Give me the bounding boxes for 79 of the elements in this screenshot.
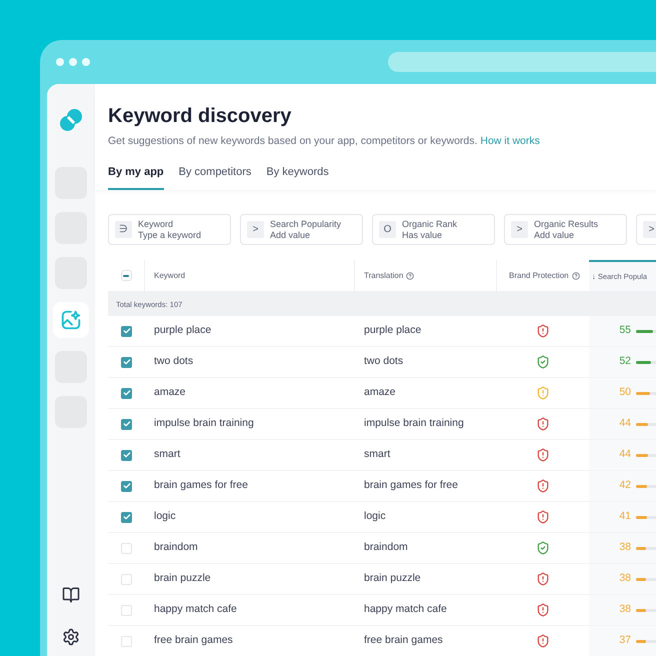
keyword-cell: smart <box>154 448 180 460</box>
filter-label: Search Popularity <box>270 218 342 230</box>
filter-label: Organic Rank <box>402 218 458 230</box>
translation-cell: amaze <box>364 386 396 398</box>
sparkle-image-icon <box>60 309 82 331</box>
translation-cell: braindom <box>364 541 408 554</box>
translation-cell: impulse brain training <box>364 417 464 430</box>
filter-chip[interactable]: ∋ Keyword Type a keyword <box>108 214 231 246</box>
popularity-score: 38 <box>619 540 631 556</box>
filter-value: Type a keyword <box>138 230 202 241</box>
translation-cell: brain puzzle <box>364 572 421 584</box>
popularity-score: 44 <box>619 447 631 462</box>
operator-symbol: > <box>511 221 528 238</box>
operator-symbol: > <box>247 221 264 238</box>
filter-value: Add value <box>270 230 312 241</box>
filter-chip[interactable]: > Organic Results Add value <box>504 214 627 246</box>
filter-label: Organic Results <box>534 218 598 230</box>
column-header[interactable]: Brand Protection <box>497 260 589 292</box>
popularity-score: 38 <box>619 571 631 586</box>
popularity-score: 52 <box>619 354 631 370</box>
book-icon[interactable] <box>62 586 80 604</box>
translation-cell: free brain games <box>364 634 443 646</box>
translation-cell: brain games for free <box>364 479 458 492</box>
keyword-cell: purple place <box>154 324 212 336</box>
translation-cell: smart <box>364 448 390 460</box>
filter-label: Keyword <box>138 218 174 230</box>
settings-icon[interactable] <box>62 628 80 646</box>
tab[interactable]: By competitors <box>178 164 252 190</box>
column-header[interactable]: Translation <box>355 260 497 292</box>
keyword-cell: free brain games <box>154 634 233 646</box>
operator-symbol: O <box>379 221 396 238</box>
row-checkbox[interactable] <box>121 480 132 492</box>
logo-icon <box>59 108 83 132</box>
popularity-score: 42 <box>619 478 631 494</box>
filter-chip[interactable]: > <box>636 214 656 246</box>
popularity-score: 38 <box>619 602 631 618</box>
keyword-cell: brain puzzle <box>154 572 211 584</box>
popularity-score: 37 <box>619 633 631 648</box>
row-checkbox[interactable] <box>121 542 132 554</box>
filter-chip[interactable]: > Search Popularity Add value <box>240 214 363 246</box>
row-checkbox[interactable] <box>121 636 132 647</box>
keyword-cell: amaze <box>154 386 186 398</box>
row-checkbox[interactable] <box>121 326 132 337</box>
how-it-works-link[interactable]: How it works <box>480 135 540 147</box>
select-all-checkbox[interactable] <box>120 270 132 282</box>
nav-item[interactable] <box>53 302 89 338</box>
row-checkbox[interactable] <box>121 418 132 430</box>
row-checkbox[interactable] <box>121 512 132 523</box>
operator-symbol: ∋ <box>115 221 132 238</box>
popularity-score: 44 <box>619 416 631 432</box>
row-checkbox[interactable] <box>121 574 132 585</box>
page-subtitle: Get suggestions of new keywords based on your app, competitors or keywords. How it works <box>108 134 541 149</box>
popularity-score: 41 <box>619 509 631 524</box>
tab[interactable]: By keywords <box>266 164 329 190</box>
keyword-cell: logic <box>154 510 176 522</box>
popularity-score: 55 <box>619 323 631 338</box>
translation-cell: purple place <box>364 324 422 336</box>
tab[interactable]: By my app <box>108 164 164 190</box>
keyword-cell: two dots <box>154 355 194 368</box>
help-icon[interactable] <box>572 272 580 280</box>
row-checkbox[interactable] <box>121 356 132 368</box>
page-title: Keyword discovery <box>108 104 292 128</box>
keyword-cell: brain games for free <box>154 479 248 492</box>
keyword-cell: impulse brain training <box>154 417 254 430</box>
translation-cell: two dots <box>364 355 404 368</box>
help-icon[interactable] <box>406 272 414 280</box>
popularity-score: 50 <box>619 385 631 400</box>
row-checkbox[interactable] <box>121 450 132 461</box>
row-checkbox[interactable] <box>121 388 132 399</box>
row-checkbox[interactable] <box>121 604 132 616</box>
translation-cell: happy match cafe <box>364 603 447 616</box>
keyword-cell: braindom <box>154 541 198 554</box>
keyword-cell: happy match cafe <box>154 603 237 616</box>
translation-cell: logic <box>364 510 386 522</box>
filter-value: Add value <box>534 230 576 241</box>
filter-value: Has value <box>402 230 444 241</box>
column-header[interactable]: Keyword <box>145 260 355 292</box>
filter-chip[interactable]: O Organic Rank Has value <box>372 214 495 246</box>
operator-symbol: > <box>643 221 656 238</box>
